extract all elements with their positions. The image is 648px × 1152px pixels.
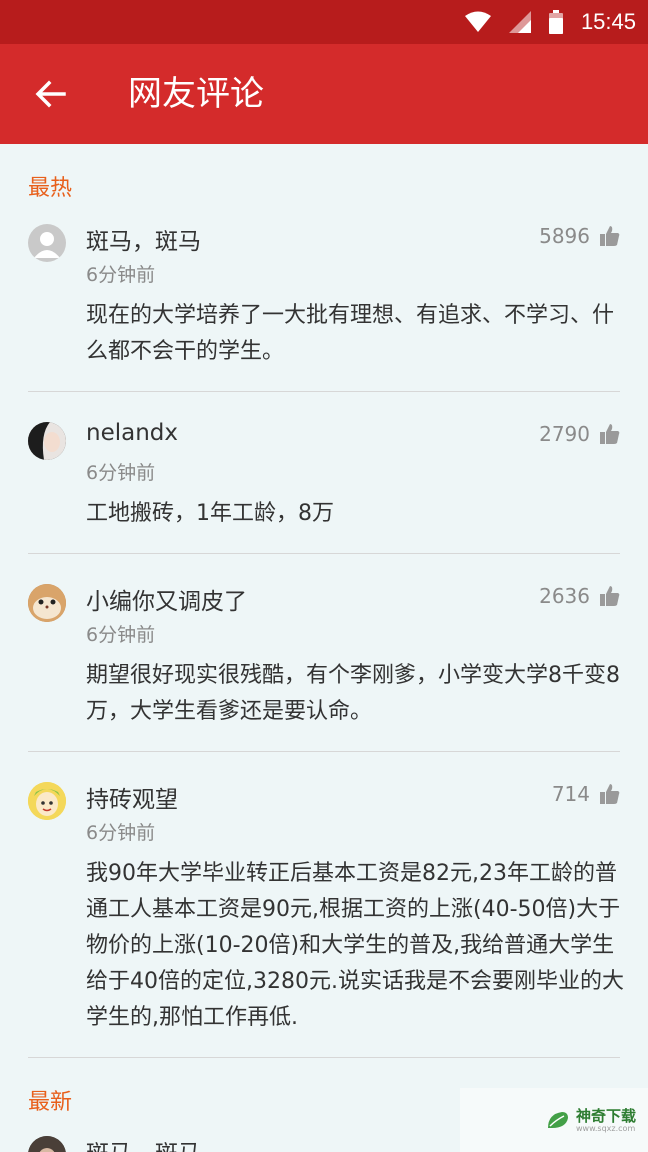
avatar[interactable]: [28, 422, 66, 460]
user-photo-icon: [28, 1136, 66, 1152]
comment-text: 现在的大学培养了一大批有理想、有追求、不学习、什么都不会干的学生。: [86, 303, 615, 364]
arrow-left-icon: [35, 80, 66, 108]
like-button[interactable]: 5896: [539, 224, 620, 248]
like-count: 714: [551, 782, 590, 806]
cartoon-avatar-icon: [28, 782, 66, 820]
status-bar: 15:45: [0, 0, 648, 44]
avatar[interactable]: [28, 782, 66, 820]
back-button[interactable]: [24, 70, 76, 118]
wifi-icon: [464, 11, 491, 32]
comment-time: 6分钟前: [86, 822, 156, 844]
like-count: 2636: [539, 584, 590, 608]
comment-text: 工地搬砖，1年工龄，8万: [86, 501, 334, 526]
comment-author[interactable]: 斑马，斑马: [86, 222, 201, 256]
divider: [28, 751, 620, 752]
app-bar: 网友评论: [0, 44, 648, 144]
comment-author[interactable]: 斑马，斑马: [86, 1134, 201, 1152]
status-indicators: 15:45: [464, 0, 636, 44]
comment-text: 期望很好现实很残酷，有个李刚爹，小学变大学8千变8万，大学生看爹还是要认命。: [86, 663, 620, 724]
like-button[interactable]: 2636: [539, 584, 620, 608]
avatar[interactable]: [28, 584, 66, 622]
like-button[interactable]: 2790: [539, 422, 620, 446]
hamster-avatar-icon: [28, 584, 66, 622]
user-placeholder-icon: [34, 232, 60, 258]
thumbs-up-icon: [600, 784, 620, 804]
thumbs-up-icon: [600, 424, 620, 444]
watermark: 神奇下载 www.sqxz.com: [460, 1088, 648, 1152]
thumbs-up-icon: [600, 226, 620, 246]
like-button[interactable]: 714: [552, 782, 620, 806]
avatar[interactable]: [28, 224, 66, 262]
user-photo-icon: [28, 422, 66, 460]
watermark-title: 神奇下载: [575, 1106, 636, 1125]
comment-author[interactable]: 小编你又调皮了: [86, 582, 247, 616]
comment-time: 6分钟前: [86, 264, 156, 286]
thumbs-up-icon: [600, 586, 620, 606]
comments-list[interactable]: 最热 斑马，斑马 6分钟前 5896 现在的大学培养了一大批有理想、有追求、不学…: [0, 144, 648, 1152]
comment-text: 我90年大学毕业转正后基本工资是82元,23年工龄的普通工人基本工资是90元,根…: [86, 861, 624, 1030]
like-count: 2790: [539, 422, 590, 446]
comment-time: 6分钟前: [86, 462, 156, 484]
avatar[interactable]: [28, 1136, 66, 1152]
divider: [28, 553, 620, 554]
status-time: 15:45: [580, 9, 636, 34]
battery-icon: [548, 10, 563, 34]
section-title-hot: 最热: [28, 176, 73, 201]
divider: [28, 391, 620, 392]
comment-time: 6分钟前: [86, 624, 156, 646]
leaf-logo-icon: [547, 1112, 568, 1128]
like-count: 5896: [539, 224, 590, 248]
comment-author[interactable]: 持砖观望: [86, 780, 178, 814]
divider: [28, 1057, 620, 1058]
section-title-new: 最新: [28, 1090, 73, 1115]
page-title: 网友评论: [128, 74, 264, 114]
comment-author[interactable]: nelandx: [86, 420, 178, 446]
watermark-url: www.sqxz.com: [575, 1123, 636, 1133]
signal-icon: [508, 11, 531, 33]
